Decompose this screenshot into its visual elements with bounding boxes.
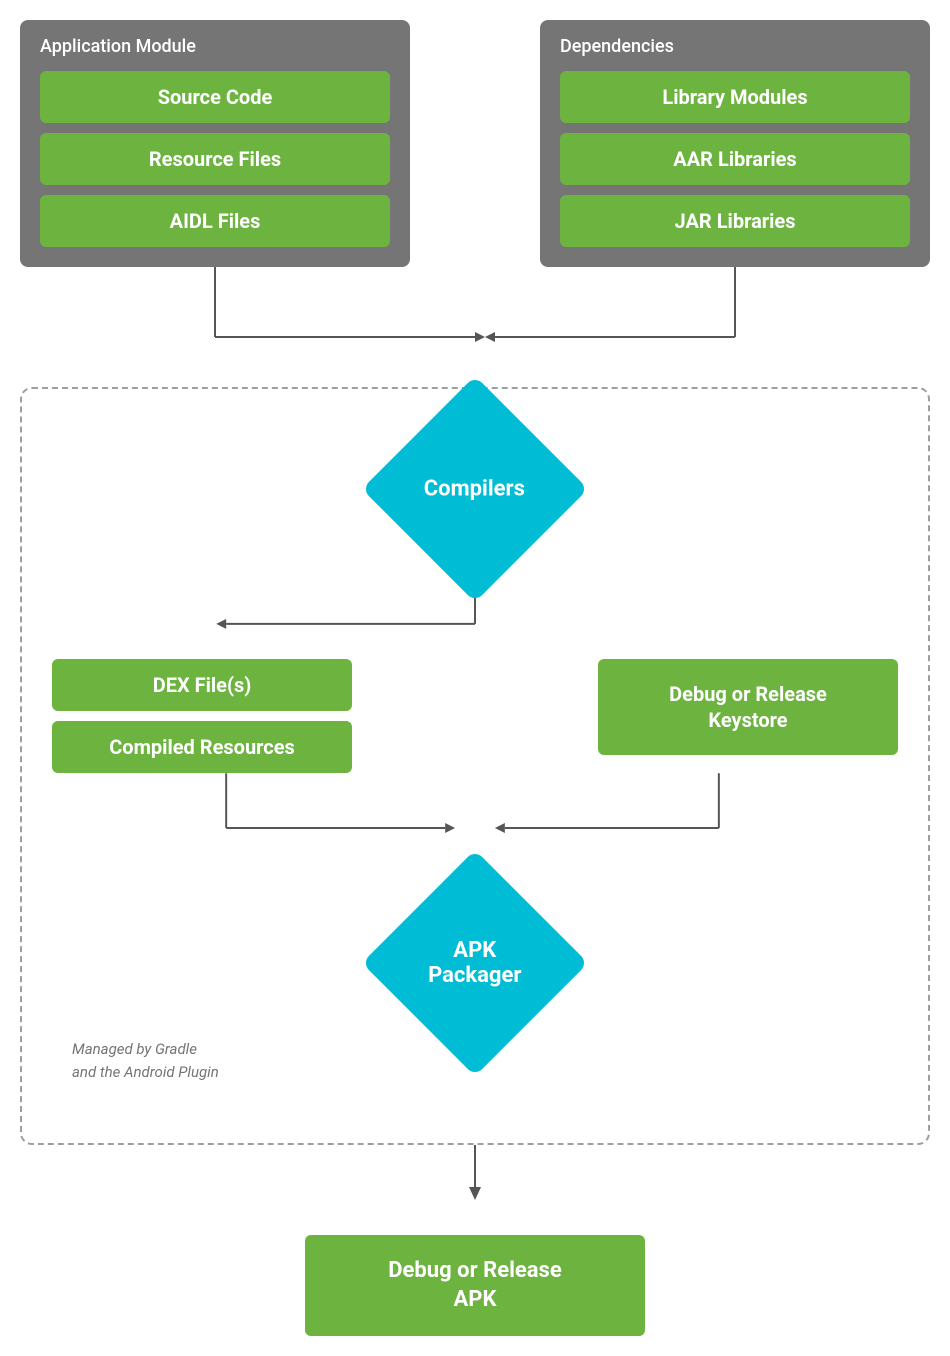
compilers-label: Compilers [424,476,525,501]
debug-keystore-btn: Debug or ReleaseKeystore [598,659,898,755]
jar-libraries-btn: JAR Libraries [560,195,910,247]
diagram: Application Module Source Code Resource … [20,20,930,1336]
middle-section: DEX File(s) Compiled Resources Debug or … [52,659,898,773]
aidl-files-btn: AIDL Files [40,195,390,247]
dex-files-btn: DEX File(s) [52,659,352,711]
resource-files-btn: Resource Files [40,133,390,185]
apk-to-final-svg [20,1145,930,1205]
final-apk-btn: Debug or ReleaseAPK [305,1235,645,1336]
library-modules-btn: Library Modules [560,71,910,123]
final-apk-container: Debug or ReleaseAPK [20,1235,930,1336]
dependencies-box: Dependencies Library Modules AAR Librari… [540,20,930,267]
gradle-line1: Managed by Gradle [72,1040,197,1058]
left-items: DEX File(s) Compiled Resources [52,659,352,773]
apk-packager-container: APKPackager [52,873,898,1053]
top-section: Application Module Source Code Resource … [20,20,930,267]
application-module-box: Application Module Source Code Resource … [20,20,410,267]
apk-packager-diamond: APKPackager [362,850,588,1076]
right-item: Debug or ReleaseKeystore [598,659,898,755]
aar-libraries-btn: AAR Libraries [560,133,910,185]
gradle-label: Managed by Gradle and the Android Plugin [72,1038,219,1083]
dependencies-title: Dependencies [560,36,910,57]
apk-packager-wrapper: APKPackager [385,873,565,1053]
compilers-container: Compilers [52,389,898,579]
compilers-diamond: Compilers [362,376,588,602]
compilers-diamond-wrapper: Compilers [385,399,565,579]
gradle-label-area: Managed by Gradle and the Android Plugin [52,1053,898,1113]
app-module-title: Application Module [40,36,390,57]
compiled-resources-btn: Compiled Resources [52,721,352,773]
apk-packager-label: APKPackager [428,938,521,988]
top-connectors-svg [20,267,930,397]
source-code-btn: Source Code [40,71,390,123]
dashed-build-area: Compilers DEX File(s) Compiled Resources… [20,387,930,1145]
gradle-line2: and the Android Plugin [72,1063,219,1081]
